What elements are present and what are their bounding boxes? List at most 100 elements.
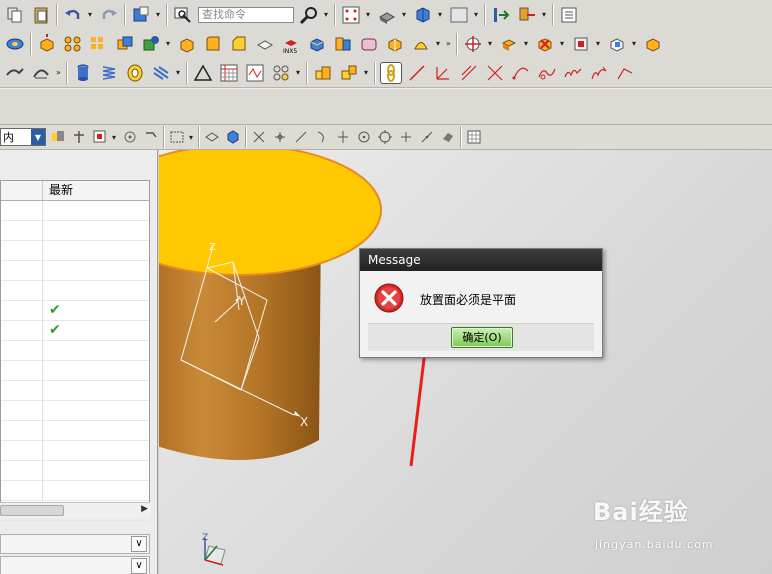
snap-face-icon[interactable] [439,128,457,146]
tree-row[interactable] [1,341,149,361]
orient-dropdown-icon[interactable]: ▾ [438,10,444,19]
move-face-icon[interactable] [462,33,484,55]
replace-face-dropdown-icon[interactable]: ▾ [596,39,602,48]
fit-curve-icon[interactable] [614,62,636,84]
pattern-feature-icon[interactable] [62,33,84,55]
command-search-input[interactable]: 查找命令 [198,6,294,23]
lasso-icon[interactable] [142,128,160,146]
show-hide-icon[interactable] [130,4,152,26]
coil-dropdown-icon[interactable]: ▾ [176,68,182,77]
tree-row[interactable] [1,381,149,401]
synchronous-dropdown-icon[interactable]: ▾ [632,39,638,48]
chevron-down-icon[interactable]: ∨ [131,558,147,574]
copy-button[interactable] [4,4,26,26]
synchronous-icon[interactable] [606,33,628,55]
rectangle-select-dropdown-icon[interactable]: ▾ [189,133,195,142]
move-face-dropdown-icon[interactable]: ▾ [488,39,494,48]
helix-curve-icon[interactable] [588,62,610,84]
details-panel-header[interactable]: ∨ [0,556,150,574]
more-tools-icon[interactable]: » [446,39,452,48]
search-icon[interactable] [298,4,320,26]
curve-icon[interactable] [562,62,584,84]
grid-icon[interactable] [465,128,483,146]
selection-scope-select[interactable]: 内 ▼ [0,128,46,146]
snap-quadrant-icon[interactable] [376,128,394,146]
tree-row[interactable] [1,481,149,501]
point-snap-icon[interactable] [121,128,139,146]
tree-row[interactable] [1,281,149,301]
line-icon[interactable] [406,62,428,84]
triangle-sketch-icon[interactable] [192,62,214,84]
undo-icon[interactable] [62,4,84,26]
axis-line-icon[interactable] [432,62,454,84]
tree-row[interactable] [1,401,149,421]
row3-more-icon[interactable]: » [56,68,62,77]
component-dropdown-icon[interactable]: ▾ [364,68,370,77]
block-icon[interactable] [176,33,198,55]
background-dropdown-icon[interactable]: ▾ [474,10,480,19]
boolean-dropdown-icon[interactable]: ▾ [166,39,172,48]
snap-center-icon[interactable] [355,128,373,146]
nx-icon[interactable]: INX5 [280,33,302,55]
replace-face-icon[interactable] [570,33,592,55]
move-component-icon[interactable] [490,4,512,26]
snap-curve-icon[interactable] [313,128,331,146]
snap-dropdown-icon[interactable]: ▾ [366,10,372,19]
assembly-dropdown-icon[interactable]: ▾ [542,10,548,19]
tree-row[interactable] [1,201,149,221]
tree-row[interactable] [1,261,149,281]
offset-face-icon[interactable] [358,33,380,55]
paste-button[interactable] [30,4,52,26]
tree-row[interactable] [1,441,149,461]
tree-row[interactable] [1,221,149,241]
ok-button[interactable]: 确定(O) [451,327,513,348]
dependencies-panel-header[interactable]: ∨ [0,534,150,554]
pull-face-dropdown-icon[interactable]: ▾ [524,39,530,48]
delete-face-icon[interactable] [534,33,556,55]
snap-mid-icon[interactable] [271,128,289,146]
orient-view-icon[interactable] [412,4,434,26]
tree-row[interactable] [1,421,149,441]
tree-row[interactable]: ✔ [1,321,149,341]
select-box-dropdown-icon[interactable]: ▾ [112,133,118,142]
snap-point-icon[interactable] [397,128,415,146]
point-grid-icon[interactable] [244,62,266,84]
pull-face-icon[interactable] [498,33,520,55]
chamfer-icon[interactable] [228,33,250,55]
tree-row[interactable] [1,241,149,261]
show-hide-dropdown-icon[interactable]: ▾ [156,10,162,19]
subtract-icon[interactable] [140,33,162,55]
assembly-filter-icon[interactable] [49,128,67,146]
sketch-plane-icon[interactable] [4,33,26,55]
resize-face-icon[interactable] [642,33,664,55]
rectangle-select-icon[interactable] [168,128,186,146]
feature-dropdown-icon[interactable]: ▾ [436,39,442,48]
pattern-sketch-icon[interactable] [270,62,292,84]
list-view-icon[interactable] [558,4,580,26]
cylinder-icon[interactable] [72,62,94,84]
shell-icon[interactable] [254,33,276,55]
edge-blend-icon[interactable] [202,33,224,55]
shaded-icon[interactable] [224,128,242,146]
coil-icon[interactable] [150,62,172,84]
spline-icon[interactable] [536,62,558,84]
cylinder-top-face[interactable] [159,150,382,276]
parallel-line-icon[interactable] [458,62,480,84]
tree-row[interactable] [1,461,149,481]
thread-icon[interactable] [124,62,146,84]
tree-row[interactable]: ✔ [1,301,149,321]
background-icon[interactable] [448,4,470,26]
table-sketch-icon[interactable] [218,62,240,84]
patch-icon[interactable] [410,33,432,55]
snap-perp-icon[interactable] [334,128,352,146]
render-dropdown-icon[interactable]: ▾ [402,10,408,19]
assembly-icon[interactable] [312,62,334,84]
cross-line-icon[interactable] [484,62,506,84]
chevron-down-icon[interactable]: ∨ [131,536,147,552]
search-dropdown-icon[interactable]: ▾ [324,10,330,19]
chain-link-icon[interactable] [380,61,402,84]
extrude-icon[interactable] [36,33,58,55]
arc-icon[interactable] [510,62,532,84]
array-icon[interactable] [88,33,110,55]
snap-grid-icon[interactable] [340,4,362,26]
